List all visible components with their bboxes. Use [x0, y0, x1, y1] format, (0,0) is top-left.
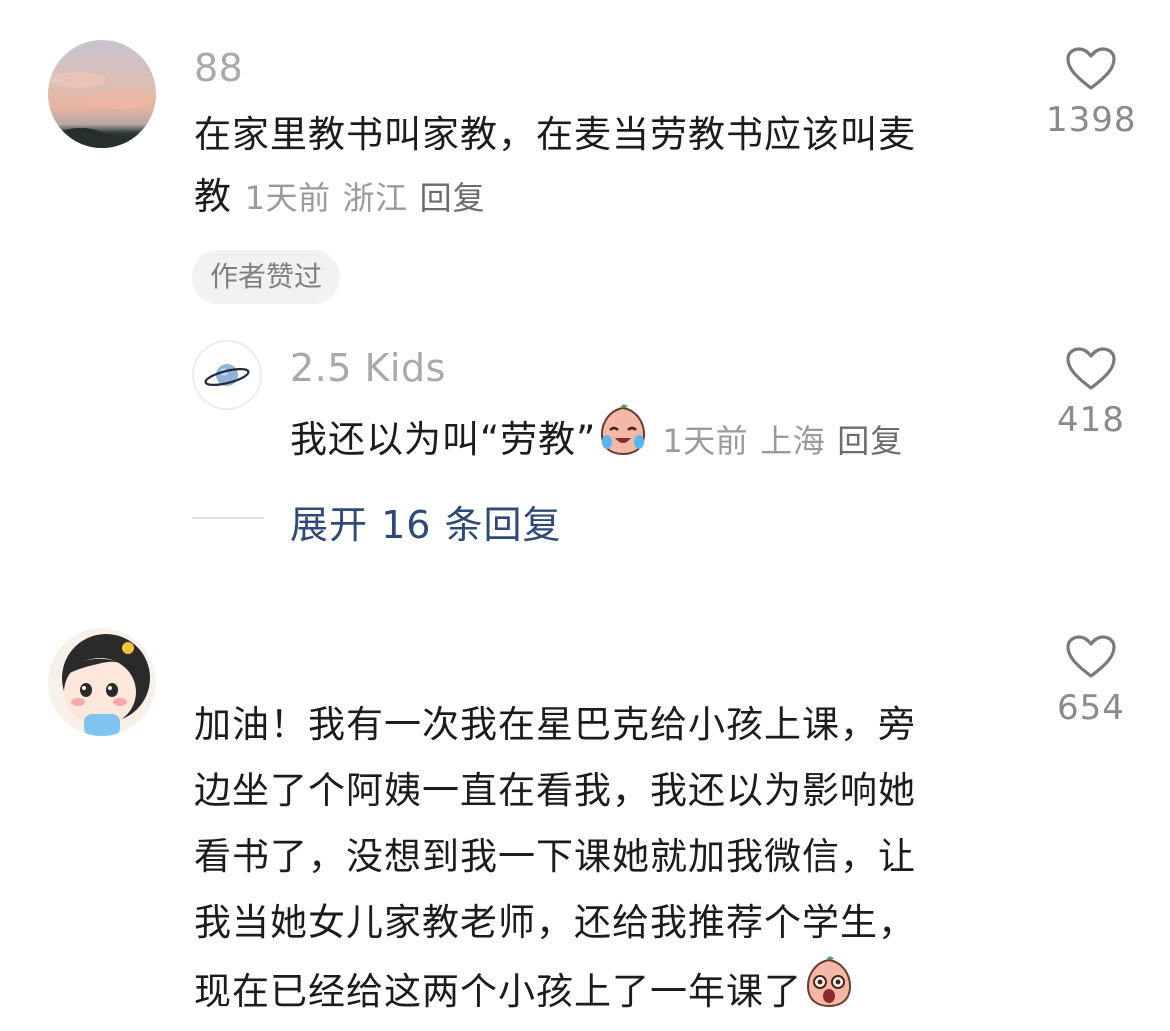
comment-text-line: 我当她女儿家教老师，还给我推荐个学生， — [194, 901, 916, 944]
like-count: 418 — [1057, 400, 1125, 440]
surprised-emoji-icon — [802, 956, 856, 1031]
comment-location: 浙江 — [342, 179, 408, 217]
heart-icon — [1066, 347, 1116, 390]
comment-text-line: 看书了，没想到我一下课她就加我微信，让 — [194, 835, 916, 878]
reply-text-row: 我还以为叫“劳教” 1天前 上海 回复 — [290, 404, 1010, 477]
like-button[interactable]: 654 — [1046, 634, 1136, 728]
reply-username[interactable]: 2.5 Kids — [290, 346, 446, 390]
reply-location: 上海 — [760, 422, 826, 460]
reply-button[interactable]: 回复 — [837, 422, 903, 460]
expand-divider — [192, 517, 264, 519]
like-count: 1398 — [1046, 100, 1137, 140]
sunset-photo-icon — [48, 72, 156, 148]
like-button[interactable]: 1398 — [1046, 46, 1136, 140]
reply-time: 1天前 — [662, 422, 749, 460]
comment-text-line-with-meta: 教 1天前 浙江 回复 — [194, 166, 1024, 229]
comment-time: 1天前 — [244, 179, 331, 217]
planet-icon — [204, 364, 250, 386]
comment-text-line: 边坐了个阿姨一直在看我，我还以为影响她 — [194, 769, 916, 812]
comment-text-last-line: 现在已经给这两个小孩上了一年课了 — [194, 956, 1024, 1031]
avatar[interactable] — [48, 40, 156, 148]
heart-icon — [1066, 635, 1116, 678]
heart-icon — [1066, 47, 1116, 90]
crying-laugh-emoji-icon — [596, 404, 650, 477]
comment-text-line: 加油！我有一次我在星巴克给小孩上课，旁 — [194, 703, 916, 746]
comment-text-tail: 教 — [194, 175, 232, 218]
reply-button[interactable]: 回复 — [420, 179, 486, 217]
username[interactable]: 88 — [194, 46, 243, 90]
reply-avatar[interactable] — [192, 340, 262, 410]
cartoon-girl-avatar-icon — [62, 634, 150, 736]
avatar[interactable] — [48, 628, 156, 736]
comment-text-line: 现在已经给这两个小孩上了一年课了 — [194, 970, 802, 1013]
author-liked-badge: 作者赞过 — [192, 250, 341, 304]
expand-replies-link[interactable]: 展开 16 条回复 — [290, 494, 562, 549]
comment-text: 加油！我有一次我在星巴克给小孩上课，旁 边坐了个阿姨一直在看我，我还以为影响她 … — [194, 692, 1024, 1031]
comment-text-line: 在家里教书叫家教，在麦当劳教书应该叫麦 — [194, 113, 916, 156]
comment-text: 在家里教书叫家教，在麦当劳教书应该叫麦 教 1天前 浙江 回复 — [194, 104, 1024, 229]
reply-like-button[interactable]: 418 — [1046, 346, 1136, 440]
like-count: 654 — [1057, 688, 1125, 728]
reply-text: 我还以为叫“劳教” — [290, 418, 597, 461]
